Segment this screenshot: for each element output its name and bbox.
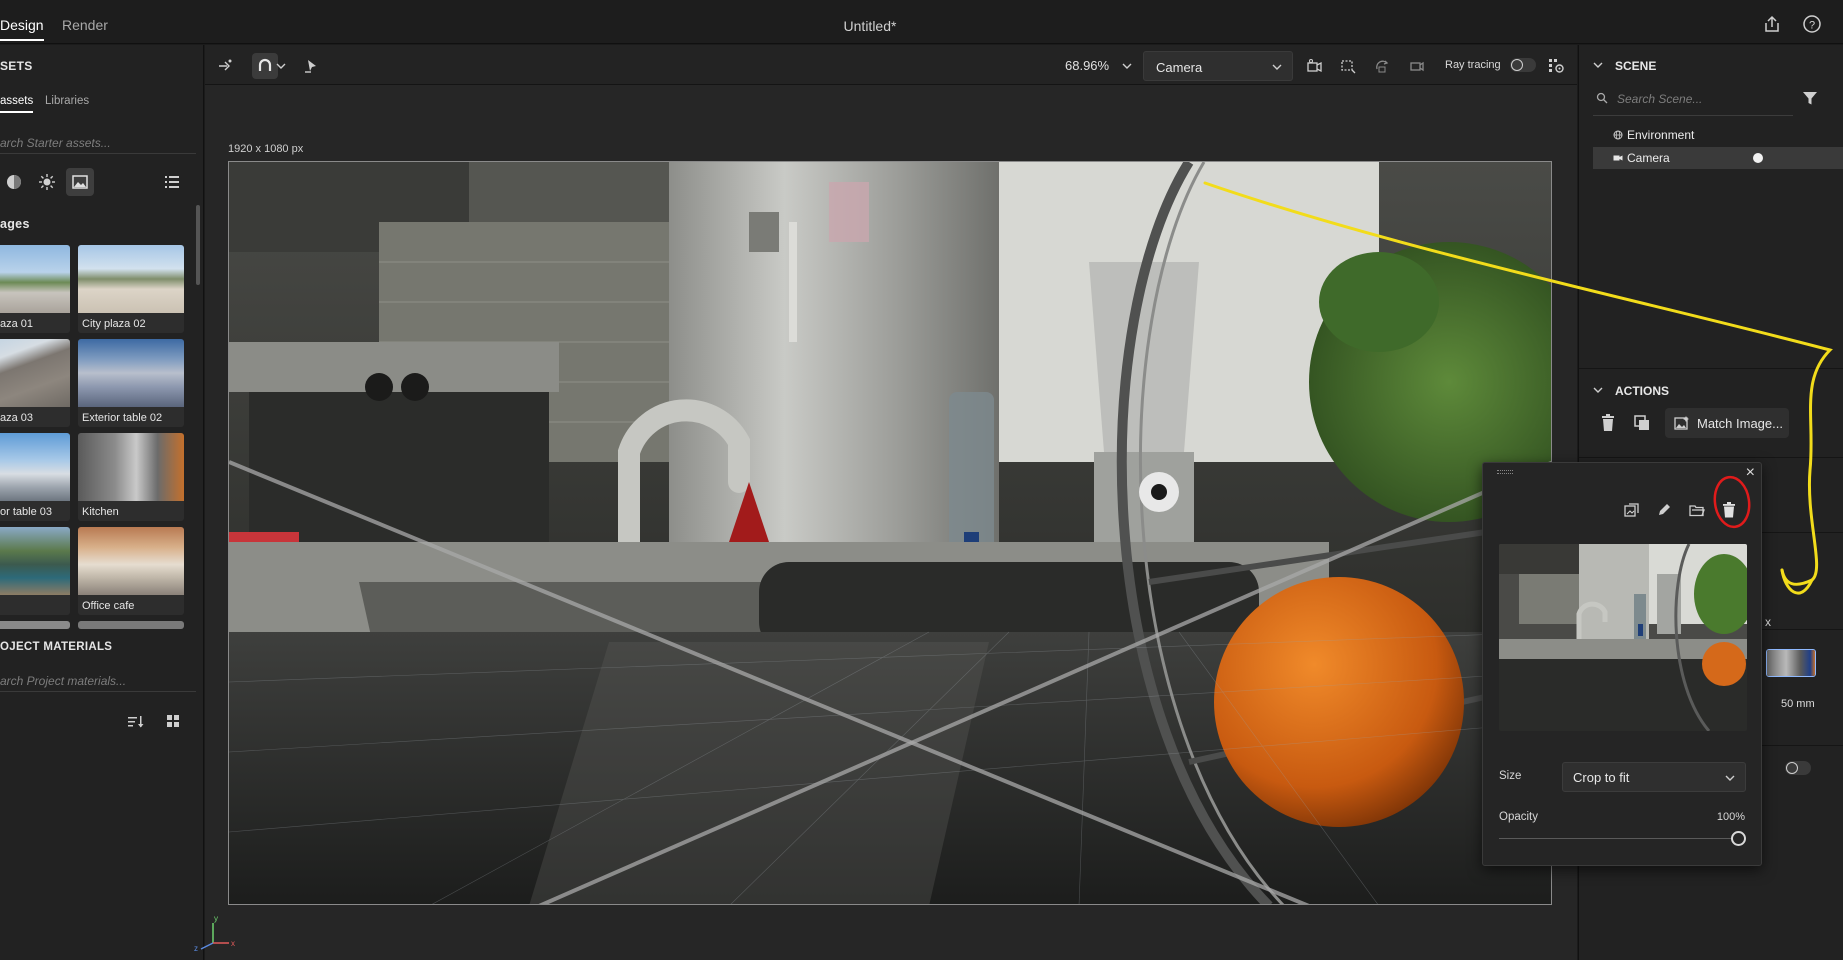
- camera-icon: [1613, 155, 1623, 161]
- opacity-label: Opacity: [1499, 811, 1538, 823]
- thumbnail-city-plaza-02[interactable]: City plaza 02: [78, 245, 184, 333]
- assets-search-input[interactable]: arch Starter assets...: [0, 136, 111, 150]
- select-tool-icon[interactable]: [212, 53, 238, 79]
- drag-handle-icon[interactable]: [1497, 470, 1513, 474]
- camera-pan-icon[interactable]: [1403, 53, 1429, 79]
- drop-to-ground-icon[interactable]: [298, 53, 324, 79]
- render-settings-icon[interactable]: [1543, 53, 1569, 79]
- subtab-libraries[interactable]: Libraries: [45, 95, 89, 107]
- opacity-slider-handle[interactable]: [1731, 831, 1746, 846]
- canvas-toolbar: 68.96% Camera Ray tracing: [205, 45, 1577, 85]
- kitchen-background-photo: [229, 162, 1551, 904]
- settings-toggle[interactable]: [1785, 761, 1811, 775]
- images-section-header: ages: [0, 217, 30, 231]
- delete-trash-icon[interactable]: [1593, 407, 1623, 439]
- panel-divider: [1579, 457, 1843, 458]
- list-view-icon[interactable]: [158, 168, 186, 196]
- axis-y-label: y: [214, 914, 218, 923]
- camera-select[interactable]: Camera: [1143, 51, 1293, 81]
- partial-label: x: [1765, 615, 1771, 629]
- scene-header: SCENE: [1615, 59, 1657, 73]
- svg-text:?: ?: [1809, 20, 1815, 32]
- zoom-level[interactable]: 68.96%: [1065, 58, 1109, 73]
- camera-frame-icon[interactable]: [1335, 53, 1361, 79]
- edit-pencil-icon[interactable]: [1653, 499, 1675, 521]
- opacity-value: 100%: [1716, 811, 1745, 823]
- grid-view-icon[interactable]: [165, 713, 181, 732]
- thumbnail-partial[interactable]: [78, 621, 184, 629]
- zoom-chevron-down-icon[interactable]: [1119, 53, 1135, 79]
- match-image-icon: [1674, 416, 1689, 430]
- share-icon[interactable]: [1762, 14, 1782, 34]
- thumbnail-lake[interactable]: [0, 527, 70, 615]
- chevron-down-icon[interactable]: [1593, 385, 1603, 395]
- filter-icon[interactable]: [1802, 90, 1818, 106]
- subtab-starter-assets[interactable]: assets: [0, 95, 34, 113]
- image-icon[interactable]: [66, 168, 94, 196]
- focal-length-value: 50 mm: [1781, 698, 1815, 710]
- search-icon: [1596, 92, 1608, 104]
- actions-header: ACTIONS: [1615, 384, 1669, 398]
- assets-panel: SETS assets Libraries arch Starter asset…: [0, 45, 204, 960]
- thumbnail-partial[interactable]: [0, 621, 70, 629]
- viewport-3d[interactable]: [228, 161, 1552, 905]
- chevron-down-icon: [1725, 775, 1735, 781]
- close-icon[interactable]: ×: [1746, 464, 1755, 482]
- thumbnail-city-plaza-03[interactable]: aza 03: [0, 339, 70, 427]
- globe-icon: [1613, 130, 1623, 140]
- thumbnail-kitchen[interactable]: Kitchen: [78, 433, 184, 521]
- assets-panel-header: SETS: [0, 59, 33, 73]
- axis-z-label: z: [194, 944, 198, 953]
- camera-select-value: Camera: [1156, 60, 1203, 75]
- app-top-bar: Design Render Untitled* ?: [0, 0, 1843, 44]
- scene-item-environment[interactable]: Environment: [1593, 124, 1843, 146]
- scene-item-camera[interactable]: Camera: [1593, 147, 1843, 169]
- background-image-preview: [1499, 544, 1747, 731]
- chevron-down-icon[interactable]: [1593, 60, 1603, 70]
- opacity-slider-track[interactable]: [1499, 838, 1733, 839]
- replace-image-icon[interactable]: [1621, 499, 1643, 521]
- material-sphere-icon[interactable]: [0, 168, 28, 196]
- background-image-popover: × Size Crop to fit Opacity 100%: [1482, 462, 1762, 866]
- panel-divider: [1579, 368, 1843, 369]
- background-image-thumbnail[interactable]: [1766, 649, 1816, 677]
- sort-icon[interactable]: [127, 713, 145, 734]
- ray-tracing-toggle[interactable]: [1510, 58, 1536, 72]
- size-label: Size: [1499, 770, 1522, 782]
- match-image-button[interactable]: Match Image...: [1665, 408, 1789, 438]
- size-select[interactable]: Crop to fit: [1562, 762, 1746, 792]
- thumbnail-exterior-table-02[interactable]: Exterior table 02: [78, 339, 184, 427]
- document-title: Untitled*: [843, 18, 897, 34]
- assets-scrollbar[interactable]: [196, 205, 200, 285]
- scene-search-input[interactable]: Search Scene...: [1617, 92, 1702, 106]
- materials-search-underline: [0, 691, 196, 692]
- scene-search-underline: [1593, 115, 1793, 116]
- materials-search-input[interactable]: arch Project materials...: [0, 674, 126, 688]
- canvas-area: 68.96% Camera Ray tracing 1920 x 1080 px: [194, 45, 1577, 960]
- axis-x-label: x: [231, 939, 235, 948]
- camera-view-icon[interactable]: [1301, 53, 1327, 79]
- camera-orbit-icon[interactable]: [1369, 53, 1395, 79]
- help-icon[interactable]: ?: [1802, 14, 1822, 34]
- thumbnail-exterior-table-03[interactable]: or table 03: [0, 433, 70, 521]
- assets-search-underline: [0, 153, 196, 154]
- project-materials-header: OJECT MATERIALS: [0, 641, 113, 653]
- light-sun-icon[interactable]: [33, 168, 61, 196]
- delete-trash-icon[interactable]: [1718, 499, 1740, 521]
- thumbnail-city-plaza-01[interactable]: aza 01: [0, 245, 70, 333]
- canvas-resolution-label: 1920 x 1080 px: [228, 143, 304, 155]
- axis-gizmo: y x z: [194, 914, 235, 953]
- thumbnail-office-cafe[interactable]: Office cafe: [78, 527, 184, 615]
- folder-open-icon[interactable]: [1686, 499, 1708, 521]
- chevron-down-icon: [1272, 64, 1282, 70]
- duplicate-icon[interactable]: [1627, 407, 1657, 439]
- active-camera-dot-icon[interactable]: [1753, 153, 1763, 163]
- chevron-down-icon[interactable]: [273, 53, 289, 79]
- ray-tracing-label: Ray tracing: [1445, 59, 1501, 71]
